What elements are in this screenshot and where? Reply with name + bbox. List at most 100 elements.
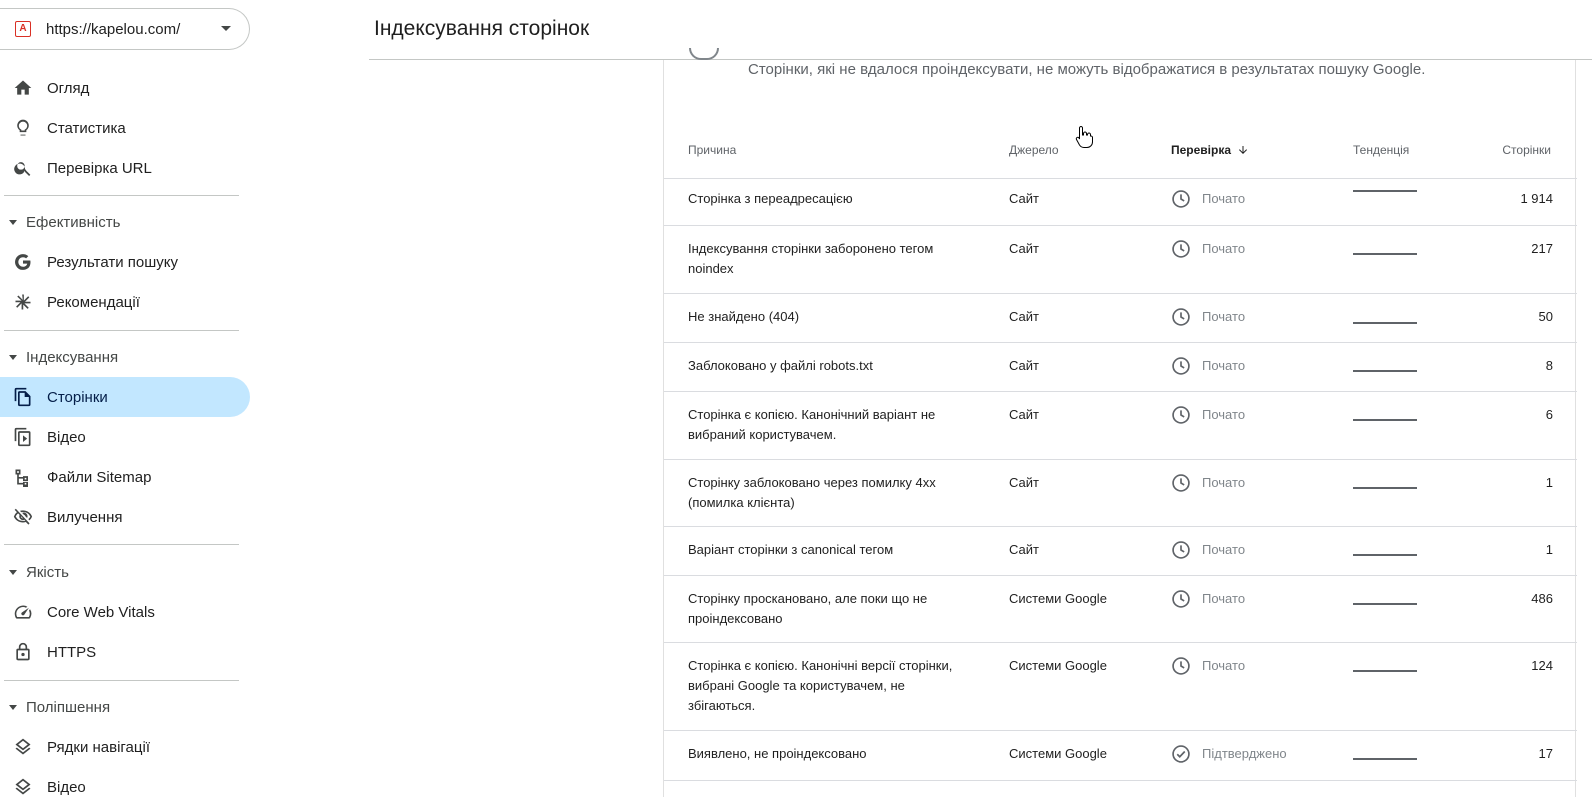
clock-icon [1171,307,1191,327]
cell-source: Сайт [1009,475,1039,490]
status-text: Почато [1202,658,1246,673]
sidebar: A https://kapelou.com/ Огляд Статистика … [0,0,250,797]
table-header [664,120,1577,179]
table-row[interactable]: Не знайдено (404) Сайт Почато 50 [664,294,1577,343]
clock-icon [1171,656,1191,676]
section-title: Ефективність [26,213,121,231]
collapse-arrow-icon [9,569,17,575]
cell-pages-count: 6 [1545,407,1553,422]
column-header-check[interactable]: Перевірка [1171,143,1249,157]
collapse-arrow-icon [9,354,17,360]
layers-icon [12,776,34,797]
sidebar-item-label: Рядки навігації [47,738,150,756]
trend-sparkline [1353,554,1417,556]
sidebar-item-video[interactable]: Відео [0,417,250,457]
clock-icon [1171,540,1191,560]
sidebar-item-video-enhancement[interactable]: Відео [0,767,250,797]
cell-check-status: Почато [1171,405,1245,425]
collapse-arrow-icon [9,704,17,710]
status-text: Почато [1202,191,1246,206]
table-row[interactable]: Виявлено, не проіндексовано Системи Googl… [664,731,1577,781]
cell-source: Сайт [1009,407,1039,422]
section-indexing[interactable]: Індексування [0,341,240,373]
section-quality[interactable]: Якість [0,556,240,588]
cell-source: Системи Google [1009,591,1107,606]
divider [4,680,239,681]
cell-pages-count: 8 [1545,358,1553,373]
table-row[interactable]: Сторінку проскановано, але поки що не пр… [664,576,1577,643]
cell-source: Сайт [1009,358,1039,373]
table-row[interactable]: Сторінка з переадресацією Сайт Почато 1 914 [664,176,1577,226]
column-header-pages[interactable]: Сторінки [1502,143,1551,157]
cell-pages-count: 1 914 [1520,191,1553,206]
sidebar-item-removals[interactable]: Вилучення [0,497,250,537]
cell-pages-count: 486 [1531,591,1553,606]
pages-icon [12,386,34,408]
dropdown-caret-icon [221,26,231,31]
not-indexed-card: Сторінки, які не вдалося проіндексувати,… [663,48,1577,797]
trend-sparkline [1353,322,1417,324]
table-row[interactable]: Індексування сторінки заборонено тегом n… [664,226,1577,294]
card-description: Сторінки, які не вдалося проіндексувати,… [748,61,1426,78]
cell-check-status: Підтверджено [1171,744,1287,764]
clock-icon [1171,589,1191,609]
table-row[interactable]: Заблоковано у файлі robots.txt Сайт Почато… [664,343,1577,392]
cell-reason: Сторінка є копією. Канонічний варіант не… [688,407,936,442]
cell-pages-count: 1 [1545,542,1553,557]
section-enhancements[interactable]: Поліпшення [0,691,240,723]
sidebar-item-label: Рекомендації [47,293,140,311]
cell-reason: Заблоковано у файлі robots.txt [688,358,873,373]
page-title: Індексування сторінок [374,17,590,40]
divider [4,544,239,545]
clock-icon [1171,405,1191,425]
sidebar-item-breadcrumbs[interactable]: Рядки навігації [0,727,250,767]
status-text: Підтверджено [1202,746,1287,761]
section-title: Якість [26,563,69,581]
trend-sparkline [1353,670,1417,672]
hand-cursor-icon [1075,125,1093,148]
sidebar-item-statistics[interactable]: Статистика [0,108,250,148]
sidebar-item-pages[interactable]: Сторінки [0,377,250,417]
site-favicon-icon: A [15,21,31,37]
column-header-check-label: Перевірка [1171,143,1232,157]
property-selector[interactable]: A https://kapelou.com/ [0,8,250,50]
cell-check-status: Почато [1171,307,1245,327]
sidebar-item-label: Огляд [47,79,90,97]
cell-check-status: Почато [1171,656,1245,676]
google-g-icon [12,251,34,273]
trend-sparkline [1353,758,1417,760]
column-header-trend[interactable]: Тенденція [1353,143,1409,157]
sidebar-item-overview[interactable]: Огляд [0,68,250,108]
cell-check-status: Почато [1171,189,1245,209]
cell-pages-count: 17 [1538,746,1553,761]
trend-sparkline [1353,487,1417,489]
column-header-source[interactable]: Джерело [1009,143,1059,157]
sidebar-item-https[interactable]: HTTPS [0,632,250,672]
cell-source: Сайт [1009,241,1039,256]
status-text: Почато [1202,309,1246,324]
trend-sparkline [1353,253,1417,255]
sidebar-item-label: HTTPS [47,643,97,661]
eye-off-icon [12,506,34,528]
column-header-reason[interactable]: Причина [688,143,736,157]
sidebar-item-search-results[interactable]: Результати пошуку [0,242,250,282]
table-row[interactable]: Сторінка є копією. Канонічні версії стор… [664,643,1577,731]
sidebar-item-recommendations[interactable]: Рекомендації [0,282,250,322]
page-header: Індексування сторінок [250,0,1592,60]
cell-reason: Індексування сторінки заборонено тегом n… [688,241,934,276]
cell-source: Системи Google [1009,746,1107,761]
sidebar-item-core-web-vitals[interactable]: Core Web Vitals [0,592,250,632]
cell-reason: Виявлено, не проіндексовано [688,746,867,761]
cell-check-status: Почато [1171,473,1245,493]
sidebar-item-sitemaps[interactable]: Файли Sitemap [0,457,250,497]
table-row[interactable]: Варіант сторінки з canonical тегом Сайт По… [664,527,1577,576]
cell-source: Сайт [1009,542,1039,557]
section-performance[interactable]: Ефективність [0,206,240,238]
table-row[interactable]: Сторінка є копією. Канонічний варіант не… [664,392,1577,460]
status-text: Почато [1202,542,1246,557]
sort-arrow-down-icon [1239,146,1248,154]
table-row[interactable]: Сторінку заблоковано через помилку 4xx (… [664,460,1577,527]
sidebar-item-url-inspection[interactable]: Перевірка URL [0,148,250,188]
cell-check-status: Почато [1171,540,1245,560]
trend-sparkline [1353,370,1417,372]
